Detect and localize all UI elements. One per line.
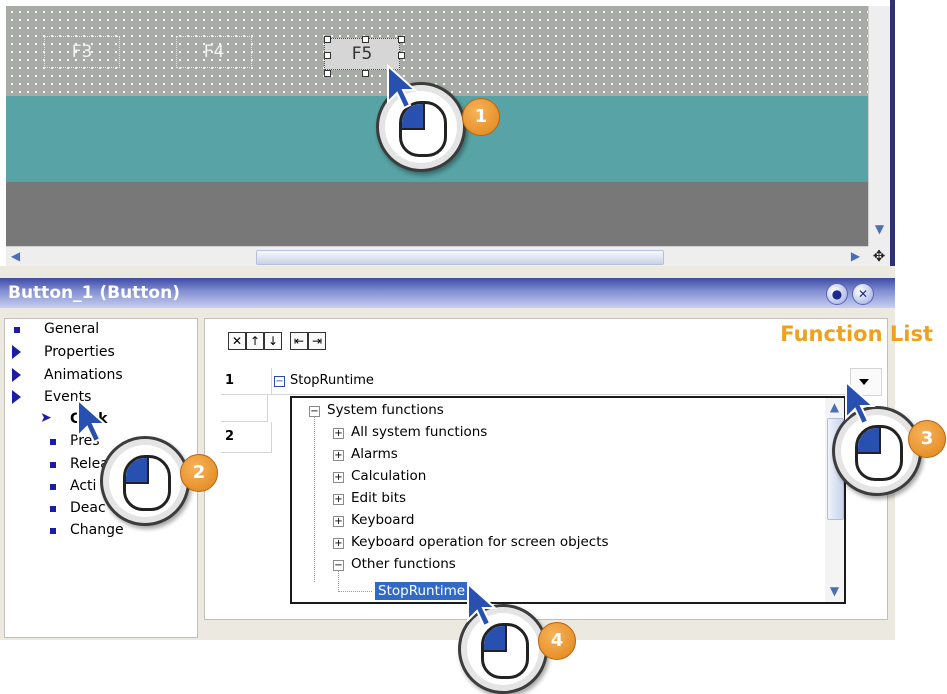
panel-title: Button_1 (Button) <box>8 283 180 303</box>
expand-icon[interactable]: + <box>333 428 344 439</box>
callout-badge: 1 <box>462 98 500 136</box>
expand-arrow-icon[interactable] <box>12 368 21 382</box>
tree-item[interactable]: Keyboard <box>351 512 414 528</box>
bullet-icon <box>50 528 56 534</box>
nav-event-activate[interactable]: Acti <box>70 478 96 494</box>
selection-handle[interactable] <box>324 52 331 59</box>
tree-item[interactable]: Alarms <box>351 446 398 462</box>
selection-handle[interactable] <box>362 70 369 77</box>
selected-function[interactable]: StopRuntime <box>375 582 469 600</box>
callout-badge: 4 <box>538 622 576 660</box>
f4-button[interactable]: F4 <box>176 36 252 68</box>
splitter[interactable] <box>0 266 895 278</box>
scroll-down-icon[interactable]: ▼ <box>872 222 887 237</box>
tree-line <box>314 412 316 582</box>
tree-item[interactable]: Keyboard operation for screen objects <box>351 534 609 550</box>
bullet-icon <box>14 327 20 333</box>
properties-title-bar: Button_1 (Button) ● ✕ <box>0 278 895 308</box>
mouse-click-icon <box>100 436 190 526</box>
selection-handle[interactable] <box>324 70 331 77</box>
bullet-icon <box>50 439 56 445</box>
collapse-icon[interactable]: − <box>309 406 320 417</box>
f3-button[interactable]: F3 <box>44 36 120 68</box>
expand-arrow-icon[interactable] <box>12 345 21 359</box>
cursor-icon <box>467 581 498 628</box>
horizontal-scrollbar[interactable]: ◀ ▶ <box>6 246 868 267</box>
scroll-down-icon[interactable]: ▼ <box>827 584 842 599</box>
nav-event-change[interactable]: Change <box>70 522 124 538</box>
selection-handle[interactable] <box>398 52 405 59</box>
function-list-title: Function List <box>780 322 933 346</box>
expand-icon[interactable]: + <box>333 494 344 505</box>
tree-line <box>338 591 372 593</box>
nav-event-deactivate[interactable]: Deac <box>70 500 106 516</box>
tree-item[interactable]: Edit bits <box>351 490 406 506</box>
nav-item-general[interactable]: General <box>44 321 99 337</box>
tree-line <box>338 570 340 592</box>
bullet-icon <box>50 484 56 490</box>
current-arrow-icon: ➤ <box>40 410 52 426</box>
tree-item-other-functions[interactable]: Other functions <box>351 556 456 572</box>
scroll-right-icon[interactable]: ▶ <box>848 249 863 264</box>
bullet-icon <box>50 506 56 512</box>
delete-icon[interactable]: ✕ <box>228 332 246 350</box>
horizontal-scroll-thumb[interactable] <box>256 250 664 265</box>
move-down-icon[interactable]: ↓ <box>264 332 282 350</box>
tree-item[interactable]: All system functions <box>351 424 487 440</box>
cursor-icon <box>77 397 108 444</box>
expand-arrow-icon[interactable] <box>12 390 21 404</box>
callout-badge: 2 <box>180 454 218 492</box>
move-up-icon[interactable]: ↑ <box>246 332 264 350</box>
row-number: 2 <box>221 422 272 453</box>
cursor-icon <box>845 379 876 426</box>
indent-icon[interactable]: ⇥ <box>308 332 326 350</box>
expand-icon[interactable]: + <box>333 538 344 549</box>
move-icon[interactable]: ✥ <box>868 246 890 266</box>
scroll-left-icon[interactable]: ◀ <box>8 249 23 264</box>
expand-icon[interactable]: + <box>333 516 344 527</box>
collapse-icon[interactable]: − <box>274 376 285 387</box>
row-number: 1 <box>221 368 272 395</box>
selection-handle[interactable] <box>398 36 405 43</box>
selection-handle[interactable] <box>362 36 369 43</box>
nav-item-animations[interactable]: Animations <box>44 367 123 383</box>
bullet-icon <box>50 462 56 468</box>
row-empty <box>221 395 268 422</box>
selection-handle[interactable] <box>324 36 331 43</box>
close-icon[interactable]: ✕ <box>852 283 874 305</box>
pin-icon[interactable]: ● <box>826 283 848 305</box>
gray-band <box>6 182 868 246</box>
vertical-scrollbar[interactable]: ▼ <box>868 6 891 246</box>
function-row[interactable]: − StopRuntime <box>268 368 850 395</box>
expand-icon[interactable]: + <box>333 450 344 461</box>
expand-icon[interactable]: + <box>333 472 344 483</box>
callout-badge: 3 <box>908 420 946 458</box>
cursor-icon <box>387 63 418 110</box>
function-name: StopRuntime <box>290 373 374 388</box>
outdent-icon[interactable]: ⇤ <box>290 332 308 350</box>
tree-system-functions[interactable]: System functions <box>327 402 444 418</box>
tree-item[interactable]: Calculation <box>351 468 426 484</box>
nav-item-properties[interactable]: Properties <box>44 344 115 360</box>
